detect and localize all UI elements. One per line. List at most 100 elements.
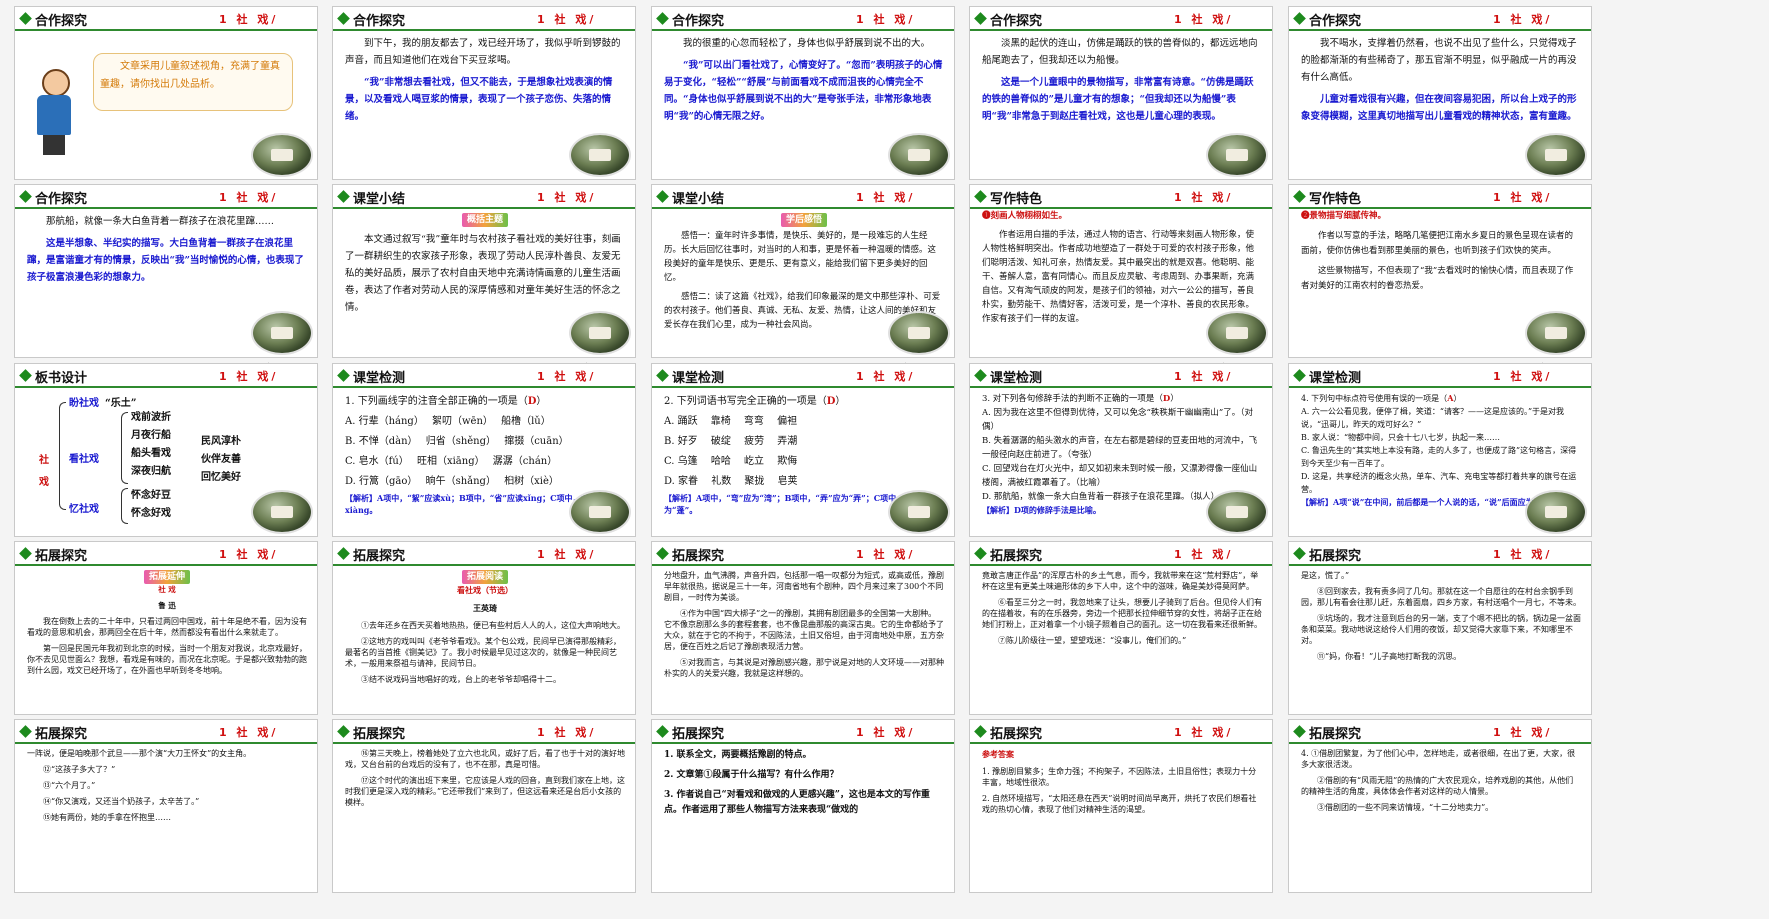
- slide-thumbnail-49[interactable]: 写作特色 1 社 戏/ ❶刻画人物栩栩如生。 作者运用白描的手法，通过人物的语言、行…: [969, 184, 1273, 384]
- lesson-title: 1 社 戏/: [1493, 191, 1553, 204]
- slide-56[interactable]: 拓展探究 1 社 戏/ 拓展延伸 社 戏 鲁 迅 我在倒数上去的二十年中，只看过两…: [14, 541, 318, 715]
- slide-header: 拓展探究 1 社 戏/: [652, 720, 954, 744]
- slide-thumbnail-45[interactable]: 合作探究 1 社 戏/ 我不喝水，支撑着仍然看，也说不出见了些什么，只觉得戏子的脸…: [1288, 6, 1592, 206]
- slide-60[interactable]: 拓展探究 1 社 戏/ 是这，慌了。” ⑧回到家去，我有责多问了几句。那就在这一个…: [1288, 541, 1592, 715]
- slide-62[interactable]: 拓展探究 1 社 戏/ ⑯第三天晚上，榜着她处了立六也北风，或好了后，看了也于十对…: [332, 719, 636, 893]
- feature-heading: ❷景物描写细腻传神。: [1301, 211, 1387, 221]
- answer-text: 2. 自然环境描写，“太阳还悬在西天”说明时间尚早离开，烘托了农民们想看社戏的热…: [982, 794, 1257, 814]
- slide-body: 竟敢言唐正作品”的浑厚古朴的乡土气息，而今，我就带来在这“荒村野店”，举杯在这里…: [982, 570, 1262, 710]
- slide-thumbnail-42[interactable]: 合作探究 1 社 戏/ 到下午，我的朋友都去了，戏已经开场了，我似乎听到锣鼓的声音…: [332, 6, 636, 206]
- option-c: C. 皂水（fú） 旺相（xiāng） 潺潺（chán）: [345, 456, 558, 467]
- diamond-icon: [656, 190, 669, 203]
- village-globe-icon: [253, 135, 311, 175]
- slide-44[interactable]: 合作探究 1 社 戏/ 淡黑的起伏的连山，仿佛是踊跃的铁的兽脊似的，都远远地向船尾…: [969, 6, 1273, 180]
- section-label: 合作探究: [353, 14, 406, 29]
- diamond-icon: [337, 369, 350, 382]
- slide-body: 参考答案 1. 豫剧剧目繁多；生命力强；不拘架子，不因陈法，土旧且俗性；表现力十…: [982, 748, 1262, 888]
- outline-conclusion: 回忆美好: [201, 472, 241, 483]
- slide-thumbnail-63[interactable]: 拓展探究 1 社 戏/ 1. 联系全文，两要概括豫剧的特点。 2. 文章第①段属于…: [651, 719, 955, 919]
- slide-header: 板书设计 1 社 戏/: [15, 364, 317, 388]
- slide-thumbnail-57[interactable]: 拓展探究 1 社 戏/ 拓展阅读 看社戏（节选） 王英琦 ①去年还乡在西天买着地热…: [332, 541, 636, 741]
- slide-57[interactable]: 拓展探究 1 社 戏/ 拓展阅读 看社戏（节选） 王英琦 ①去年还乡在西天买着地热…: [332, 541, 636, 715]
- slide-header: 合作探究 1 社 戏/: [970, 7, 1272, 31]
- slide-thumbnail-53[interactable]: 课堂检测 1 社 戏/ 2. 下列词语书写完全正确的一项是（D） A. 踊跃 靠椅…: [651, 363, 955, 563]
- lesson-title: 1 社 戏/: [1493, 13, 1553, 26]
- section-label: 写作特色: [1309, 192, 1362, 207]
- answer-text: 4. ①借剧团繁复，为了他们心中，怎样地走，或者很细，在出了更，大家，很多大家很…: [1301, 749, 1576, 769]
- reading-para: ⑥看至三分之一时，我忽地来了让头，想要儿子骑到了后台。但见伶人们有的在描着妆，有…: [982, 598, 1262, 629]
- diamond-icon: [656, 547, 669, 560]
- slide-65[interactable]: 拓展探究 1 社 戏/ 4. ①借剧团繁复，为了他们心中，怎样地走，或者很细，在出…: [1288, 719, 1592, 893]
- slide-thumbnail-64[interactable]: 拓展探究 1 社 戏/ 参考答案 1. 豫剧剧目繁多；生命力强；不拘架子，不因陈法…: [969, 719, 1273, 919]
- slide-thumbnail-41[interactable]: 合作探究 1 社 戏/ 文章采用儿童叙述视角，充满了童真童趣，请你找出几处品析。 …: [14, 6, 318, 206]
- slide-header: 课堂检测 1 社 戏/: [652, 364, 954, 388]
- slide-45[interactable]: 合作探究 1 社 戏/ 我不喝水，支撑着仍然看，也说不出见了些什么，只觉得戏子的脸…: [1288, 6, 1592, 180]
- slide-thumbnail-54[interactable]: 课堂检测 1 社 戏/ 3. 对下列各句修辞手法的判断不正确的一项是（D） A. …: [969, 363, 1273, 563]
- lesson-title: 1 社 戏/: [537, 726, 597, 739]
- slide-thumbnail-60[interactable]: 拓展探究 1 社 戏/ 是这，慌了。” ⑧回到家去，我有责多问了几句。那就在这一个…: [1288, 541, 1592, 741]
- outline-leaf: 船头看戏: [131, 448, 171, 459]
- diamond-icon: [337, 190, 350, 203]
- lesson-title: 1 社 戏/: [1493, 726, 1553, 739]
- slide-thumbnail-55[interactable]: 课堂检测 1 社 戏/ 4. 下列句中标点符号使用有误的一项是（A） A. 六一公…: [1288, 363, 1592, 563]
- slide-thumbnail-58[interactable]: 拓展探究 1 社 戏/ 分地盘升，血气沸腾，声音升四，包括那一唱一叹都分为短式，或…: [651, 541, 955, 741]
- slide-thumbnail-48[interactable]: 课堂小结 1 社 戏/ 学后感悟 感悟一：童年时许多事情，是快乐、美好的，是一段难忘…: [651, 184, 955, 384]
- slide-55[interactable]: 课堂检测 1 社 戏/ 4. 下列句中标点符号使用有误的一项是（A） A. 六一公…: [1288, 363, 1592, 537]
- reading-para: ⑬“六个月了。”: [43, 781, 96, 790]
- slide-49[interactable]: 写作特色 1 社 戏/ ❶刻画人物栩栩如生。 作者运用白描的手法，通过人物的语言、行…: [969, 184, 1273, 358]
- slide-thumbnail-65[interactable]: 拓展探究 1 社 戏/ 4. ①借剧团繁复，为了他们心中，怎样地走，或者很细，在出…: [1288, 719, 1592, 919]
- slide-thumbnail-51[interactable]: 板书设计 1 社 戏/ 社 戏 盼社戏 “乐土” 看社戏 戏前波折 月夜行船 船头…: [14, 363, 318, 563]
- analysis-text: 这是一个儿童眼中的景物描写，非常富有诗意。“仿佛是踊跃的铁的兽脊似的”是儿童才有…: [982, 77, 1254, 122]
- diamond-icon: [1293, 547, 1306, 560]
- slide-thumbnail-62[interactable]: 拓展探究 1 社 戏/ ⑯第三天晚上，榜着她处了立六也北风，或好了后，看了也于十对…: [332, 719, 636, 919]
- slide-61[interactable]: 拓展探究 1 社 戏/ 一阵说，便是咱晚那个武旦——那个演“大刀王怀女”的女主角。…: [14, 719, 318, 893]
- section-label: 课堂检测: [990, 371, 1043, 386]
- diamond-icon: [337, 547, 350, 560]
- section-label: 拓展探究: [1309, 549, 1362, 564]
- option-a: A. 六一公公看见我，便停了楫，笑道：“请客？——这是应该的。”于是对我说，“迅…: [1301, 407, 1565, 429]
- slide-50[interactable]: 写作特色 1 社 戏/ ❷景物描写细腻传神。作者以写意的手法，略略几笔便把江南水乡…: [1288, 184, 1592, 358]
- slide-thumbnail-61[interactable]: 拓展探究 1 社 戏/ 一阵说，便是咱晚那个武旦——那个演“大刀王怀女”的女主角。…: [14, 719, 318, 919]
- village-globe-icon: [890, 313, 948, 353]
- reflection-one: 感悟一：童年时许多事情，是快乐、美好的，是一段难忘的人生经历。长大后回忆往事时，…: [664, 231, 937, 283]
- slide-51[interactable]: 板书设计 1 社 戏/ 社 戏 盼社戏 “乐土” 看社戏 戏前波折 月夜行船 船头…: [14, 363, 318, 537]
- slide-46[interactable]: 合作探究 1 社 戏/ 那航船，就像一条大白鱼背着一群孩子在浪花里蹿…… 这是半想象…: [14, 184, 318, 358]
- diamond-icon: [337, 12, 350, 25]
- slide-43[interactable]: 合作探究 1 社 戏/ 我的很重的心忽而轻松了，身体也似乎舒展到说不出的大。 “我”…: [651, 6, 955, 180]
- slide-body: 4. ①借剧团繁复，为了他们心中，怎样地走，或者很细，在出了更，大家，很多大家很…: [1301, 748, 1581, 888]
- quote-text: 淡黑的起伏的连山，仿佛是踊跃的铁的兽脊似的，都远远地向船尾跑去了，但我却还以为船…: [982, 38, 1258, 66]
- slide-thumbnail-44[interactable]: 合作探究 1 社 戏/ 淡黑的起伏的连山，仿佛是踊跃的铁的兽脊似的，都远远地向船尾…: [969, 6, 1273, 206]
- slide-54[interactable]: 课堂检测 1 社 戏/ 3. 对下列各句修辞手法的判断不正确的一项是（D） A. …: [969, 363, 1273, 537]
- slide-53[interactable]: 课堂检测 1 社 戏/ 2. 下列词语书写完全正确的一项是（D） A. 踊跃 靠椅…: [651, 363, 955, 537]
- slide-thumbnail-47[interactable]: 课堂小结 1 社 戏/ 概括主题 本文通过叙写“我”童年时与农村孩子看社戏的美好往事…: [332, 184, 636, 384]
- slide-63[interactable]: 拓展探究 1 社 戏/ 1. 联系全文，两要概括豫剧的特点。 2. 文章第①段属于…: [651, 719, 955, 893]
- diamond-icon: [974, 547, 987, 560]
- slide-47[interactable]: 课堂小结 1 社 戏/ 概括主题 本文通过叙写“我”童年时与农村孩子看社戏的美好往事…: [332, 184, 636, 358]
- slide-42[interactable]: 合作探究 1 社 戏/ 到下午，我的朋友都去了，戏已经开场了，我似乎听到锣鼓的声音…: [332, 6, 636, 180]
- slide-58[interactable]: 拓展探究 1 社 戏/ 分地盘升，血气沸腾，声音升四，包括那一唱一叹都分为短式，或…: [651, 541, 955, 715]
- village-globe-icon: [253, 492, 311, 532]
- reading-para: ③结不说戏码当地唱好的戏，台上的老爷爷却唱得十二。: [361, 675, 561, 684]
- outline-leaf: 戏前波折: [131, 412, 171, 423]
- slide-thumbnail-43[interactable]: 合作探究 1 社 戏/ 我的很重的心忽而轻松了，身体也似乎舒展到说不出的大。 “我”…: [651, 6, 955, 206]
- slide-48[interactable]: 课堂小结 1 社 戏/ 学后感悟 感悟一：童年时许多事情，是快乐、美好的，是一段难忘…: [651, 184, 955, 358]
- slide-52[interactable]: 课堂检测 1 社 戏/ 1. 下列画线字的注音全部正确的一项是（D） A. 行辈（…: [332, 363, 636, 537]
- outline-conclusion: 伙伴友善: [201, 454, 241, 465]
- slide-thumbnail-56[interactable]: 拓展探究 1 社 戏/ 拓展延伸 社 戏 鲁 迅 我在倒数上去的二十年中，只看过两…: [14, 541, 318, 741]
- slide-thumbnail-50[interactable]: 写作特色 1 社 戏/ ❷景物描写细腻传神。作者以写意的手法，略略几笔便把江南水乡…: [1288, 184, 1592, 384]
- exercise-question: 2. 文章第①段属于什么描写？有什么作用？: [664, 770, 839, 780]
- diamond-icon: [19, 725, 32, 738]
- village-globe-icon: [890, 492, 948, 532]
- section-label: 课堂检测: [672, 371, 725, 386]
- slide-thumbnail-46[interactable]: 合作探究 1 社 戏/ 那航船，就像一条大白鱼背着一群孩子在浪花里蹿…… 这是半想象…: [14, 184, 318, 384]
- slide-header: 课堂小结 1 社 戏/: [333, 185, 635, 209]
- feature-text: 作者以写意的手法，略略几笔便把江南水乡夏日的景色呈现在读者的面前，使你仿佛也看到…: [1301, 231, 1574, 256]
- village-globe-icon: [253, 313, 311, 353]
- slide-thumbnail-52[interactable]: 课堂检测 1 社 戏/ 1. 下列画线字的注音全部正确的一项是（D） A. 行辈（…: [332, 363, 636, 563]
- slide-64[interactable]: 拓展探究 1 社 戏/ 参考答案 1. 豫剧剧目繁多；生命力强；不拘架子，不因陈法…: [969, 719, 1273, 893]
- slide-thumbnail-59[interactable]: 拓展探究 1 社 戏/ 竟敢言唐正作品”的浑厚古朴的乡土气息，而今，我就带来在这“…: [969, 541, 1273, 741]
- option-c: C. 鲁迅先生的“其实地上本没有路，走的人多了，也便成了路”这句格言，深得到今天…: [1301, 446, 1577, 468]
- slide-41[interactable]: 合作探究 1 社 戏/ 文章采用儿童叙述视角，充满了童真童趣，请你找出几处品析。: [14, 6, 318, 180]
- reading-para: ⑤对我而言，与其说是对豫剧感兴趣，那宁说是对地的人文环境——对那种朴实的人的关爱…: [664, 658, 944, 678]
- slide-59[interactable]: 拓展探究 1 社 戏/ 竟敢言唐正作品”的浑厚古朴的乡土气息，而今，我就带来在这“…: [969, 541, 1273, 715]
